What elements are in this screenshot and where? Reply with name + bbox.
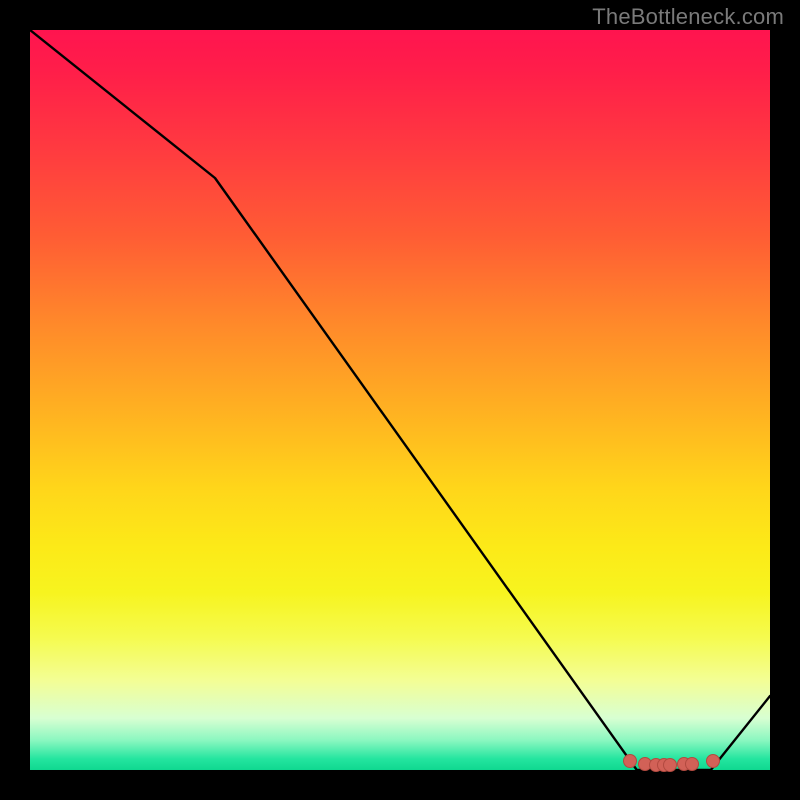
optimal-marker [623,754,637,768]
optimal-marker [706,754,720,768]
watermark-text: TheBottleneck.com [592,4,784,30]
plot-area [30,30,770,770]
optimal-marker [685,757,699,771]
optimal-marker [663,758,677,772]
optimal-range-markers [30,30,770,770]
chart-frame: TheBottleneck.com [0,0,800,800]
